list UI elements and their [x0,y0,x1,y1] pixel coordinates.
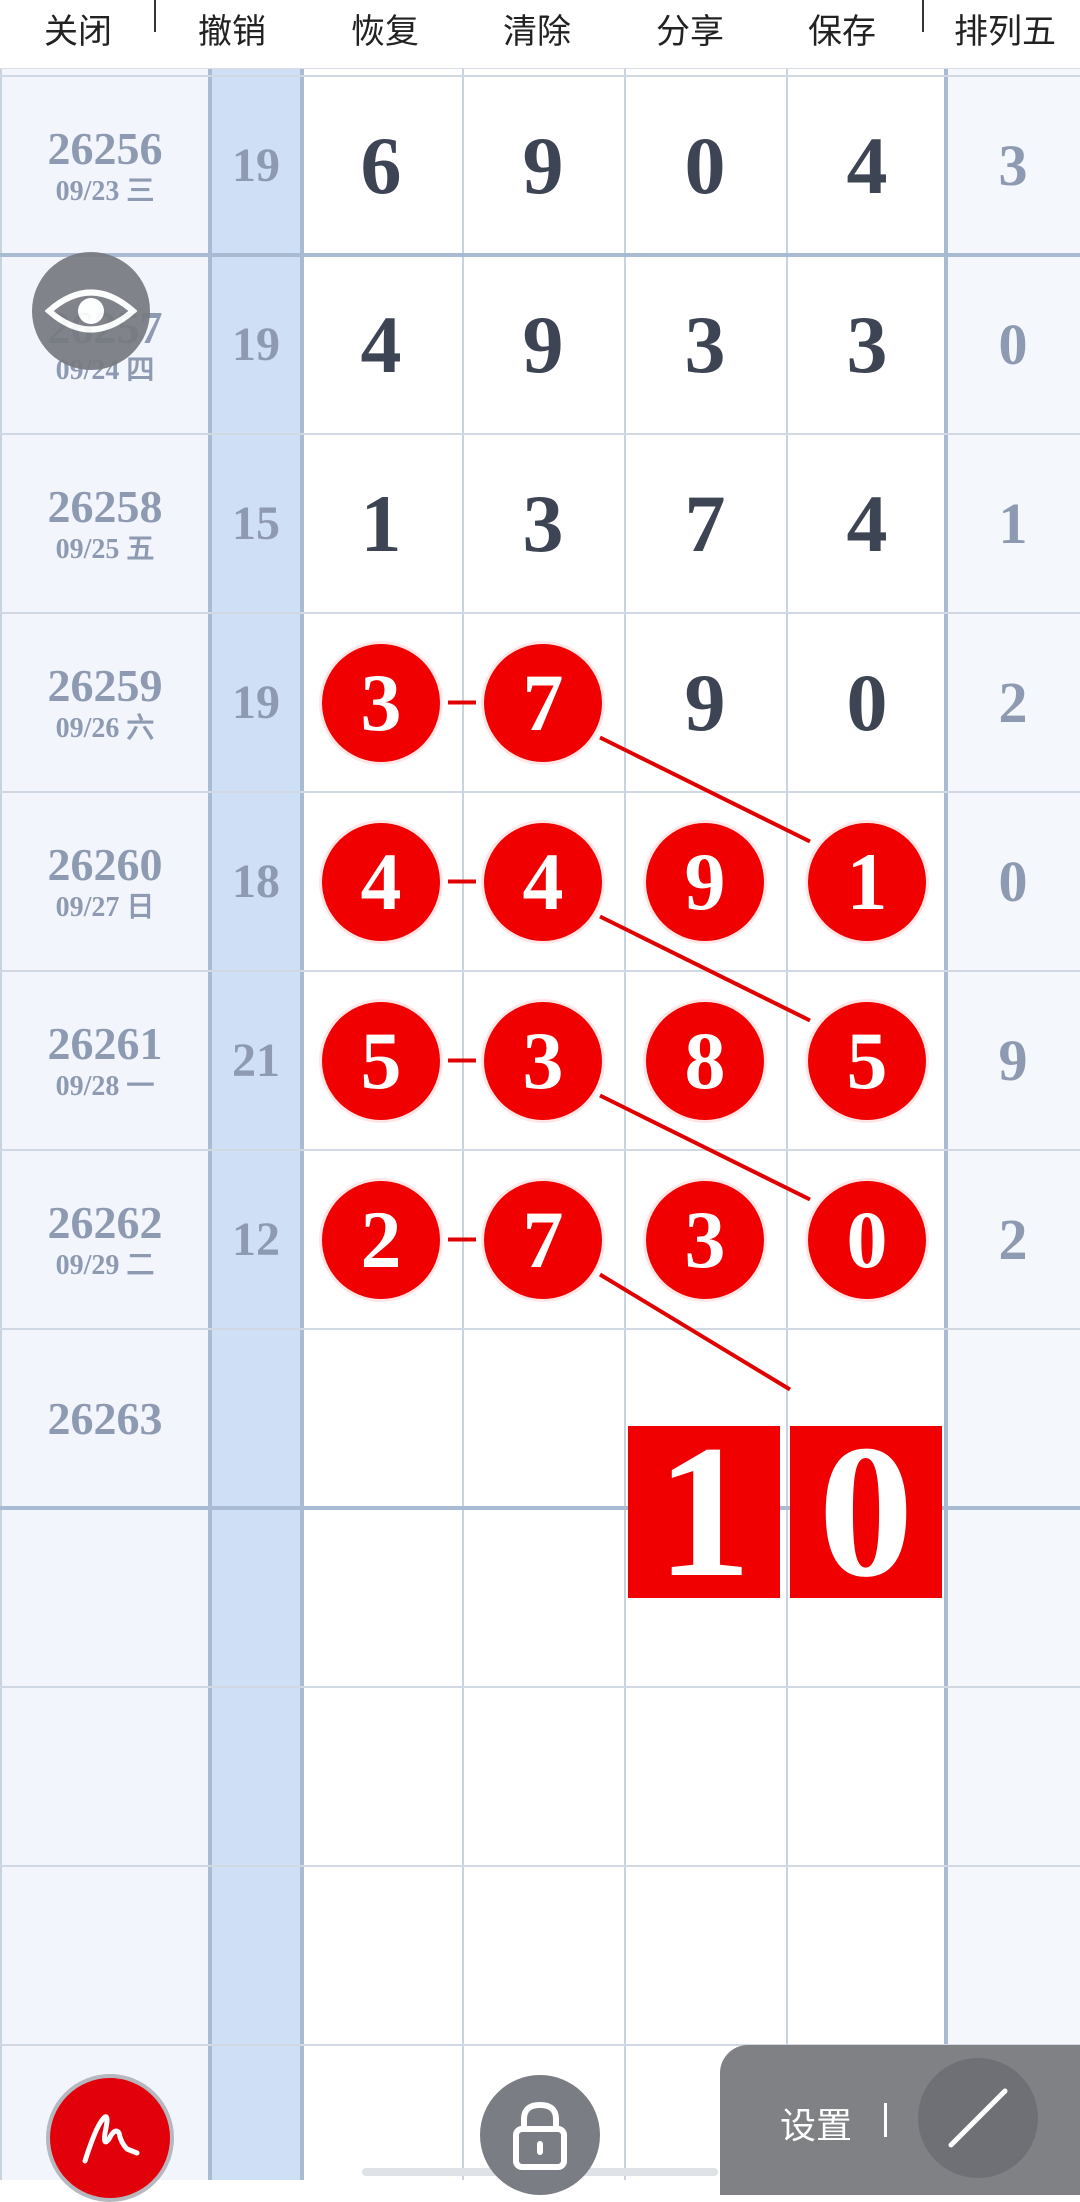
digit-cell[interactable]: 9 [462,76,624,255]
digit-cell[interactable]: 9 [462,255,624,434]
fifth-digit: 1 [998,491,1028,556]
grid-hline [0,1686,1080,1688]
issue-number: 26256 [47,122,163,174]
eye-toggle-button[interactable] [32,252,150,370]
issue-date: 09/27 日 [55,891,155,923]
lock-button[interactable] [480,2075,600,2195]
issue-date: 09/29 二 [55,1249,155,1281]
highlight-ball[interactable]: 2 [322,1180,440,1299]
digit-cell[interactable]: 0 [786,613,948,792]
highlight-ball[interactable]: 1 [808,822,926,941]
fifth-digit: 3 [998,133,1028,198]
issue-number: 26262 [47,1196,163,1248]
issue-cell: 26263 [0,1329,210,1508]
fifth-digit: 0 [998,312,1028,377]
sum-value: 12 [232,1213,280,1266]
highlight-ball[interactable]: 7 [484,643,602,762]
top-toolbar: 关闭 撤销 恢复 清除 分享 保存 排列五 [0,0,1080,69]
close-button[interactable]: 关闭 [18,0,138,64]
issue-number: 26261 [47,1017,163,1069]
digit-cell[interactable]: 0 [624,76,786,255]
digit-cell[interactable]: 7 [624,434,786,613]
issue-number: 26263 [47,1392,163,1444]
issue-date: 09/28 一 [55,1070,155,1102]
lock-icon [513,2101,567,2170]
fifth-digit: 9 [998,1028,1028,1093]
highlight-ball[interactable]: 0 [808,1180,926,1299]
highlight-ball[interactable]: 3 [646,1180,764,1299]
issue-date: 09/26 六 [55,712,155,744]
lottery-selector[interactable]: 排列五 [940,0,1070,64]
settings-divider [884,2103,887,2137]
digit-cell[interactable]: 4 [300,255,462,434]
issue-date: 09/23 三 [55,175,155,207]
issue-cell: 26260 09/27 日 [0,792,210,971]
sum-value: 18 [232,855,280,908]
toolbar-divider [154,0,156,32]
fifth-digit: 2 [998,1207,1028,1272]
highlight-ball[interactable]: 8 [646,1001,764,1120]
issue-cell: 26261 09/28 一 [0,971,210,1150]
issue-cell: 26256 09/23 三 [0,76,210,255]
grid-hline [0,1865,1080,1867]
redo-button[interactable]: 恢复 [325,0,445,64]
issue-number: 26258 [47,480,163,532]
undo-button[interactable]: 撤销 [172,0,292,64]
issue-cell: 26262 09/29 二 [0,1150,210,1329]
digit-cell[interactable]: 1 [300,434,462,613]
sum-value: 21 [232,1034,280,1087]
digit-cell[interactable]: 3 [786,255,948,434]
highlight-ball[interactable]: 5 [808,1001,926,1120]
digit-cell[interactable]: 3 [462,434,624,613]
prediction-digit[interactable]: 0 [790,1417,942,1607]
issue-date: 09/25 五 [55,533,155,565]
highlight-ball[interactable]: 9 [646,822,764,941]
save-button[interactable]: 保存 [782,0,902,64]
share-button[interactable]: 分享 [630,0,750,64]
issue-number: 26260 [47,838,163,890]
highlight-ball[interactable]: 5 [322,1001,440,1120]
highlight-ball[interactable]: 4 [322,822,440,941]
fifth-digit: 0 [998,849,1028,914]
digit-cell[interactable]: 3 [624,255,786,434]
issue-number: 26259 [47,659,163,711]
digit-cell[interactable]: 6 [300,76,462,255]
sum-value: 19 [232,318,280,371]
line-tool-button[interactable] [918,2058,1038,2178]
digit-cell[interactable]: 4 [786,434,948,613]
sum-value: 19 [232,676,280,729]
digit-cell[interactable] [300,1329,462,1508]
digit-cell[interactable]: 9 [624,613,786,792]
sum-value [210,1329,302,1508]
issue-cell: 26258 09/25 五 [0,434,210,613]
highlight-ball[interactable]: 7 [484,1180,602,1299]
highlight-ball[interactable]: 4 [484,822,602,941]
fifth-digit: 2 [998,670,1028,735]
toolbar-divider [922,0,924,32]
pen-tool-button[interactable] [46,2074,174,2202]
sum-value: 19 [232,139,280,192]
pen-icon [82,2114,140,2164]
digit-cell[interactable] [462,1329,624,1508]
highlight-ball[interactable]: 3 [322,643,440,762]
settings-button[interactable]: 设置 [780,2097,852,2149]
highlight-ball[interactable]: 3 [484,1001,602,1120]
line-tool-icon [948,2088,1008,2148]
issue-cell: 26259 09/26 六 [0,613,210,792]
fifth-digit [946,1329,1080,1508]
prediction-digit[interactable]: 1 [628,1417,780,1607]
digit-cell[interactable]: 4 [786,76,948,255]
clear-button[interactable]: 清除 [477,0,597,64]
sum-value: 15 [232,497,280,550]
eye-icon [45,289,137,333]
